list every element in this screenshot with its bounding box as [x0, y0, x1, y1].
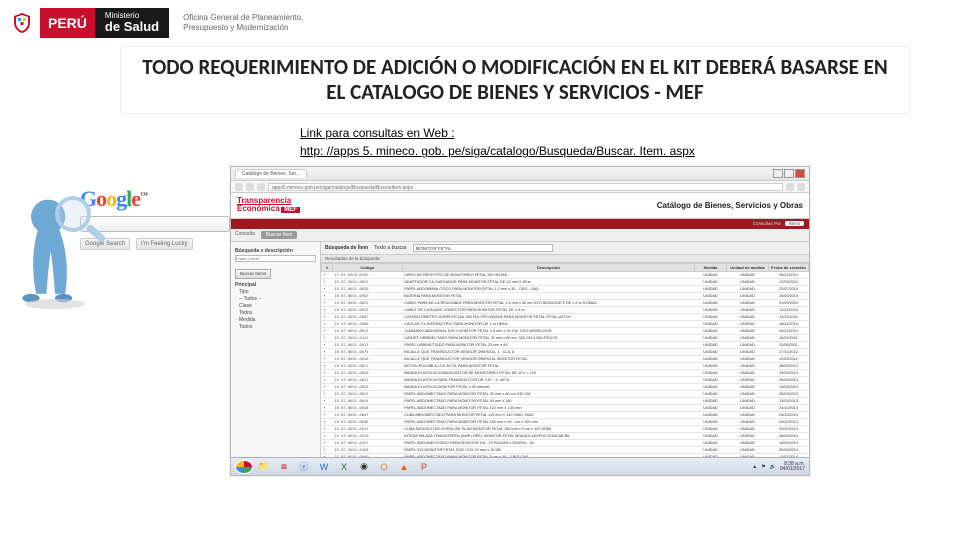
- peru-logo: PERÚ Ministerio de Salud: [40, 8, 169, 38]
- filter-clase-label: Clase: [239, 303, 316, 310]
- browser-window: Catálogo de Bienes, Ser... apps5.mineco.…: [230, 166, 810, 476]
- table-row[interactable]: +15.07.0031.0428PAPEL 515 MONITOR FETAL …: [322, 446, 809, 453]
- catalog-title: Catálogo de Bienes, Servicios y Obras: [657, 201, 803, 210]
- filter-um-value[interactable]: Todos: [239, 324, 316, 331]
- table-row[interactable]: +15.07.0031.0047CUBA ABDOMECTADO PARA MO…: [322, 411, 809, 418]
- table-row[interactable]: +15.07.0031.0008CAGLAS 3 x INTERACTRIC P…: [322, 320, 809, 327]
- link-label: Link para consultas en Web :: [300, 126, 960, 140]
- page-title: TODO REQUERIMIENTO DE ADICIÓN O MODIFICA…: [137, 55, 893, 105]
- transparencia-logo: Transparencia Económica MEF: [237, 197, 300, 214]
- vlc-icon[interactable]: ▲: [395, 460, 413, 474]
- browser-tab[interactable]: Catálogo de Bienes, Ser...: [235, 169, 307, 178]
- table-row[interactable]: +15.07.0031.0013PAPEL URBINECTADO PARA M…: [322, 341, 809, 348]
- links-block: Link para consultas en Web : http: //app…: [300, 126, 960, 158]
- table-row[interactable]: +15.07.0031.0427PAPEL ABDOMECHTADO PARA …: [322, 439, 809, 446]
- search-button[interactable]: Buscar Items: [235, 269, 271, 279]
- address-bar[interactable]: apps5.mineco.gob.pe/siga/catalogo/Busque…: [268, 183, 783, 191]
- filter-um-label: Medida: [239, 317, 316, 324]
- table-row[interactable]: +15.07.0031.0021BANDA ELASTICA PARA TRAN…: [322, 376, 809, 383]
- search-desc-label: Búsqueda x descripción: [235, 248, 316, 255]
- table-row[interactable]: +15.07.0031.0017BOTÓN PULSIBLA LCD ACTIL…: [322, 362, 809, 369]
- google-illustration: Google™ Google Search I'm Feeling Lucky: [30, 186, 210, 250]
- search-text-input[interactable]: [235, 255, 316, 262]
- link-url[interactable]: http: //apps 5. mineco. gob. pe/siga/cat…: [300, 144, 960, 158]
- minsa-logo: Ministerio de Salud: [95, 8, 169, 38]
- table-row[interactable]: +17.07.6024.0199LIBRO DE REGISTRO DE MON…: [322, 271, 809, 278]
- col-header: Medida: [695, 263, 727, 271]
- filter-tipo-value[interactable]: -- Todos --: [239, 296, 316, 303]
- back-icon[interactable]: [235, 183, 243, 191]
- reload-icon[interactable]: [257, 183, 265, 191]
- forward-icon[interactable]: [246, 183, 254, 191]
- table-row[interactable]: +15.07.0031.0023BANDA ELASTICA MONITOR F…: [322, 383, 809, 390]
- table-row[interactable]: +15.07.0031.0519INTEZA PALAZA TRANSGEPEN…: [322, 432, 809, 439]
- results-table: #CódigoDescripciónMedidaUnidad de medida…: [321, 263, 809, 458]
- table-row[interactable]: +15.07.0031.0016INCALLE QUE TRANSDUCTOR …: [322, 355, 809, 362]
- consultas-dropdown[interactable]: Items: [785, 221, 804, 226]
- tray-sound-icon[interactable]: 🔊: [770, 464, 776, 470]
- table-row[interactable]: +15.07.0031.0511CUBA FASUSCO DE INTRALIS…: [322, 425, 809, 432]
- tray-wifi-icon[interactable]: ▲: [752, 464, 757, 470]
- col-header: Fecha de creación: [769, 263, 809, 271]
- table-row[interactable]: +15.07.0031.0007CATAPELÓMETRO DOPPLER (A…: [322, 313, 809, 320]
- close-icon[interactable]: [795, 169, 805, 178]
- col-header: Unidad de medida: [727, 263, 769, 271]
- table-row[interactable]: +15.07.0031.0621CABLE PARA DE LA RED/CAB…: [322, 299, 809, 306]
- ie-icon[interactable]: ⓔ: [295, 460, 313, 474]
- table-row[interactable]: +15.07.0031.0075INCALLE QUE TRANSDUCTOR …: [322, 348, 809, 355]
- office-name: Oficina General de Planeamiento, Presupu…: [175, 13, 303, 32]
- menu-icon[interactable]: [797, 183, 805, 191]
- col-header: Descripción: [402, 263, 694, 271]
- magnifier-icon: [55, 196, 105, 246]
- table-row[interactable]: +15.07.0031.0048PAPEL ABDOMECTADO PARA M…: [322, 404, 809, 411]
- filter-clase-value[interactable]: Todos: [239, 310, 316, 317]
- col-header: #: [322, 263, 333, 271]
- start-button-icon[interactable]: [235, 460, 253, 474]
- national-shield-icon: [10, 11, 34, 35]
- minimize-icon[interactable]: [773, 169, 783, 178]
- item-search-input[interactable]: MONITOR FETAL: [413, 244, 553, 252]
- table-row[interactable]: +15.07.0031.0013PAPEL ABDOMECTADO PARA M…: [322, 390, 809, 397]
- google-lucky-button[interactable]: I'm Feeling Lucky: [136, 238, 193, 250]
- busq-item-label: Búsqueda de Ítem: [325, 245, 368, 251]
- consultas-label: Consultas Por: [753, 221, 781, 226]
- search-sidebar: Búsqueda x descripción Buscar Items Prin…: [231, 242, 321, 458]
- outlook-icon[interactable]: O: [375, 460, 393, 474]
- acrobat-icon[interactable]: ⧈: [275, 460, 293, 474]
- bookmark-icon[interactable]: [786, 183, 794, 191]
- result-info: Resultados de la búsqueda: [321, 255, 809, 263]
- ppt-icon[interactable]: P: [415, 460, 433, 474]
- table-row[interactable]: +15.07.0031.0048PAPEL ABDOMECTADO PARA M…: [322, 418, 809, 425]
- col-header: Código: [332, 263, 402, 271]
- texto-buscar-label: Texto a buscar: [374, 245, 407, 251]
- maximize-icon[interactable]: [784, 169, 794, 178]
- filter-tipo-label: Tipo: [239, 289, 316, 296]
- chrome-icon[interactable]: ◉: [355, 460, 373, 474]
- table-row[interactable]: +15.07.0031.0622ADAPTADOR CA CARGADOR PA…: [322, 278, 809, 285]
- table-row[interactable]: +15.07.0031.0014PAPEL ABDOMECTADO PARA M…: [322, 397, 809, 404]
- filter-tab[interactable]: Buscar Item: [261, 231, 298, 239]
- principal-label: Principal: [235, 282, 316, 289]
- table-row[interactable]: +15.07.0031.0587BATERÍA PARA MONITOR FET…: [322, 292, 809, 299]
- table-row[interactable]: +15.07.0031.0020BANDA ELASTICA DOMIDA MO…: [322, 369, 809, 376]
- table-row[interactable]: +15.07.0031.0620PAPEL ABDOMINAL/TOCO PAR…: [322, 285, 809, 292]
- table-row[interactable]: +15.07.0031.0412CARJET URBINECTADO PARA …: [322, 334, 809, 341]
- word-icon[interactable]: W: [315, 460, 333, 474]
- taskbar: 📁 ⧈ ⓔ W X ◉ O ▲ P ▲ ⚑ 🔊 8:38 a.m. 04/01/…: [231, 457, 809, 475]
- excel-icon[interactable]: X: [335, 460, 353, 474]
- explorer-icon[interactable]: 📁: [255, 460, 273, 474]
- peru-text: PERÚ: [40, 8, 95, 38]
- clock[interactable]: 8:38 a.m. 04/01/2017: [780, 462, 805, 472]
- title-banner: TODO REQUERIMIENTO DE ADICIÓN O MODIFICA…: [120, 46, 910, 114]
- table-row[interactable]: +15.07.0031.00111X6834600 ABDOMINAL DIP-…: [322, 327, 809, 334]
- tray-flag-icon[interactable]: ⚑: [761, 464, 765, 470]
- table-row[interactable]: +15.07.0031.0623CABLE DE CA BLADE CONECT…: [322, 306, 809, 313]
